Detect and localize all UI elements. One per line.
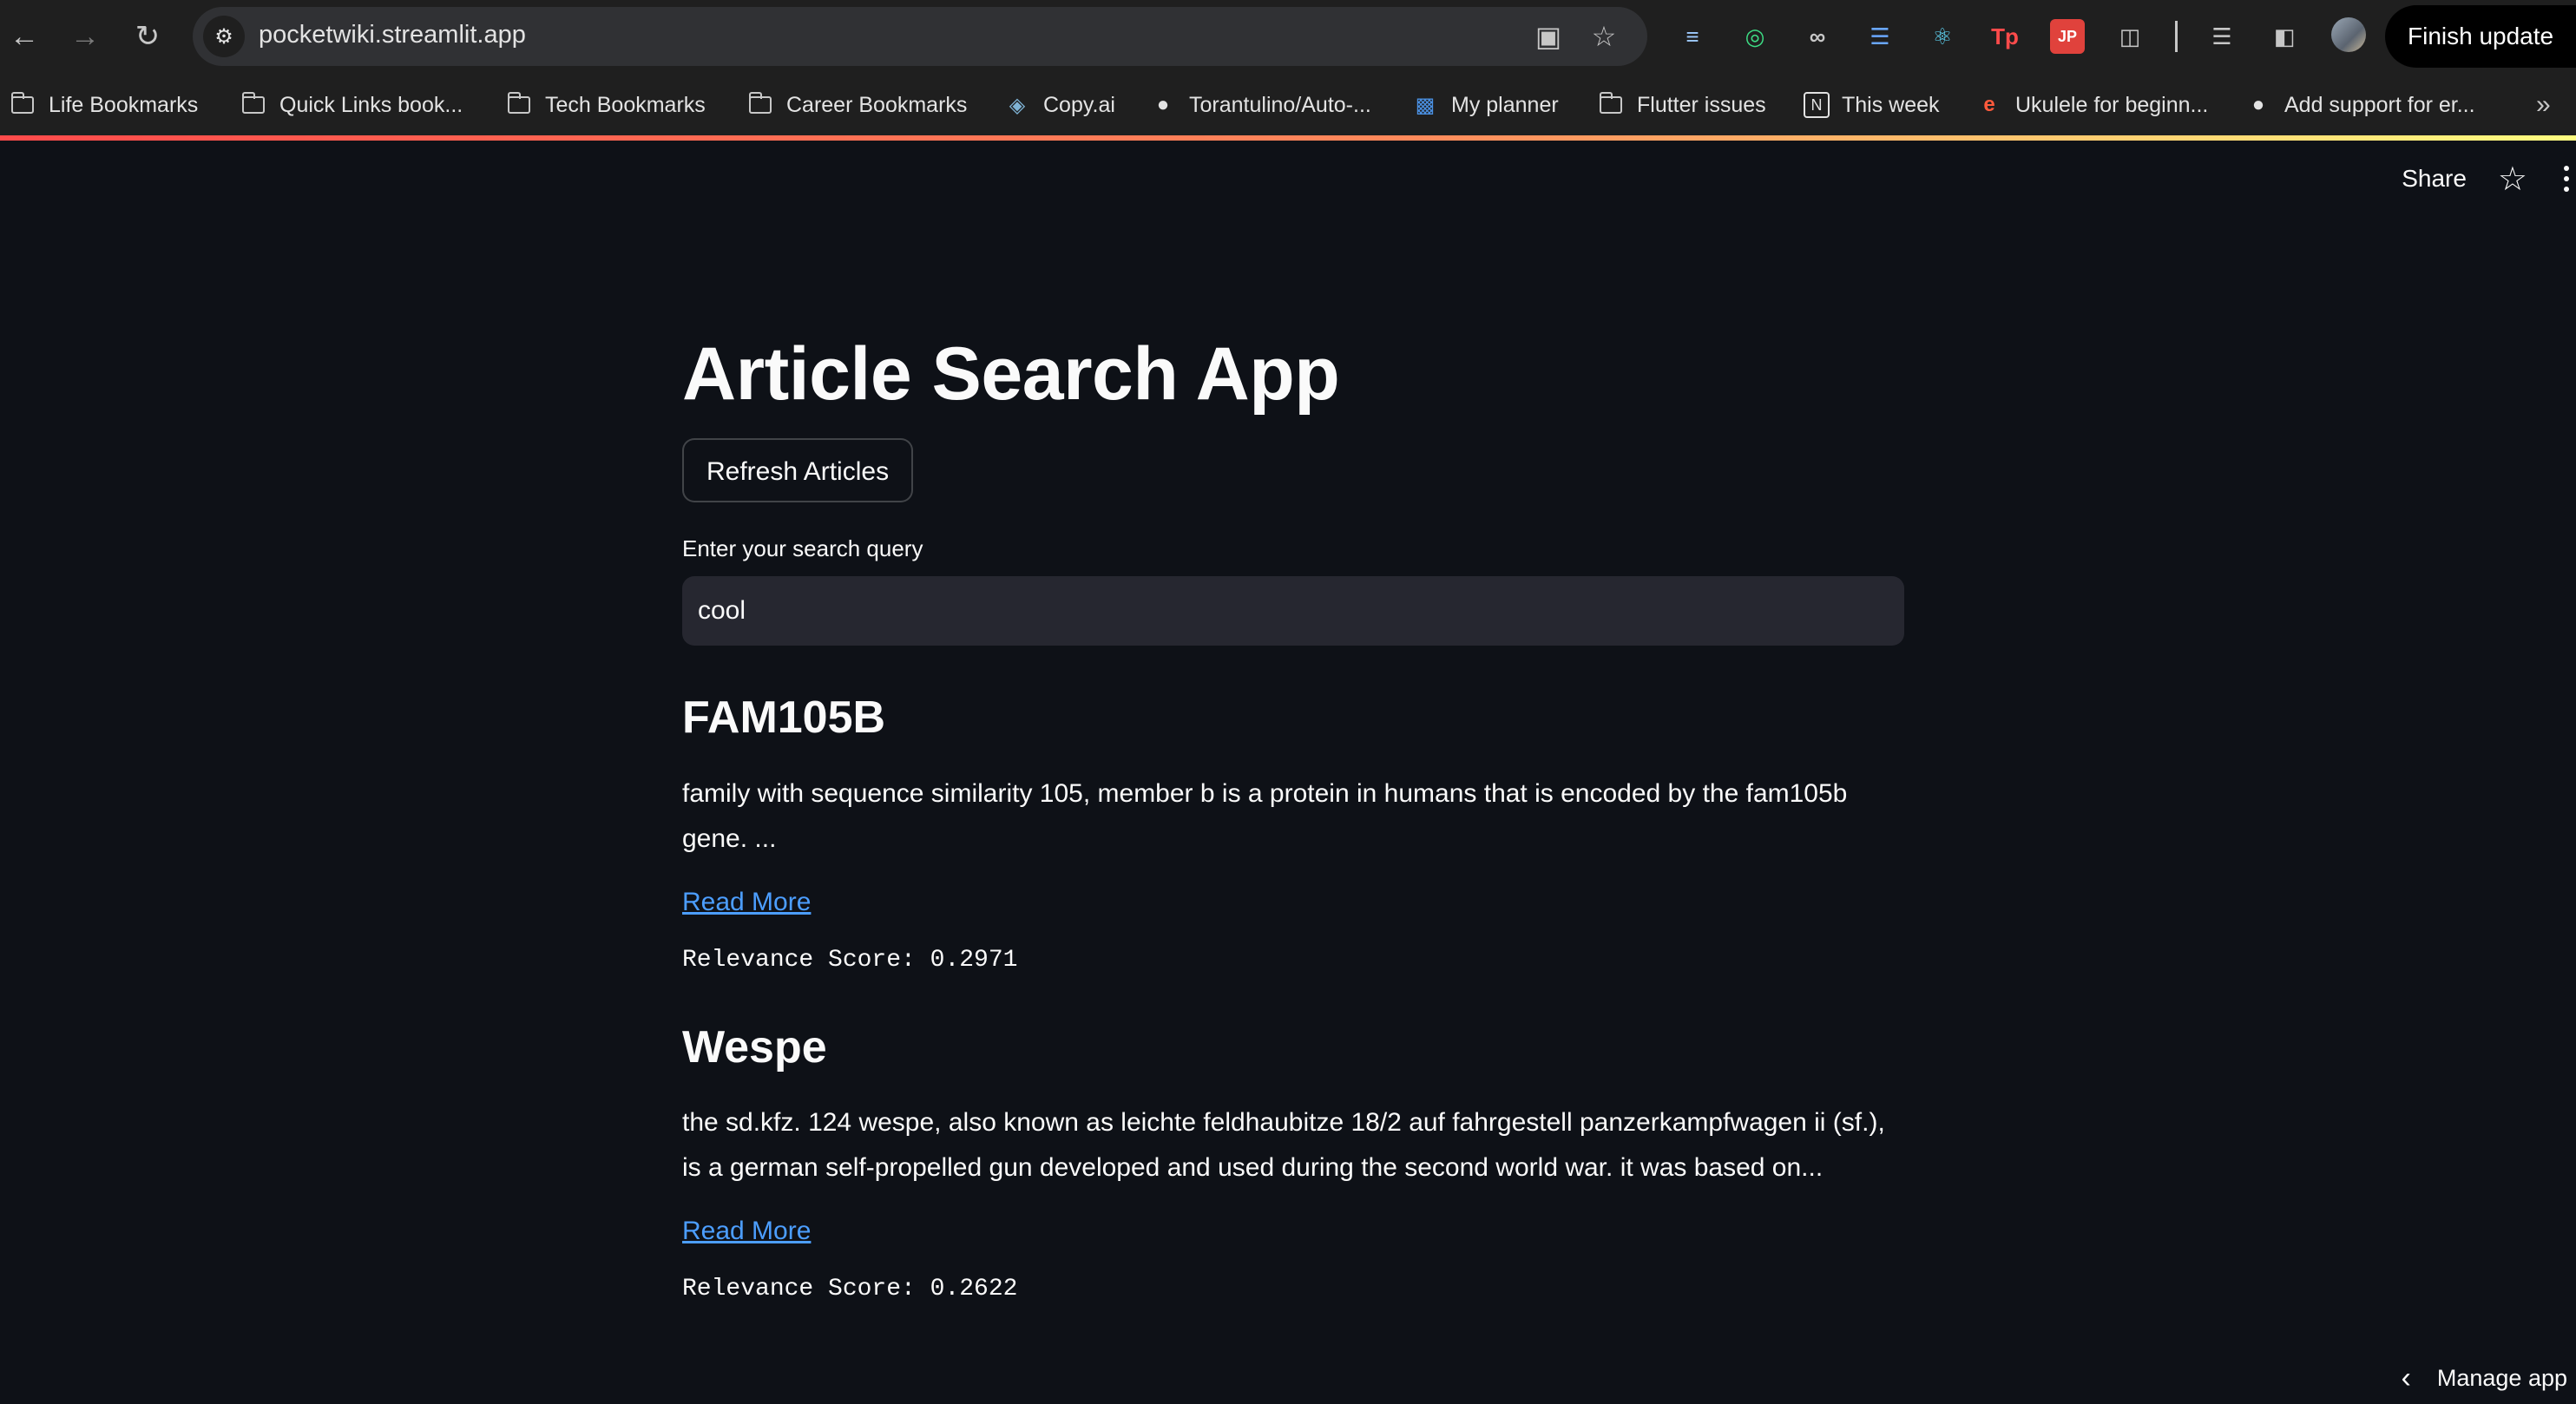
read-more-link[interactable]: Read More bbox=[682, 888, 811, 917]
folder-icon bbox=[240, 91, 267, 119]
bookmark-add-support[interactable]: ● Add support for er... bbox=[2244, 73, 2475, 137]
profile-avatar[interactable] bbox=[2331, 17, 2366, 52]
read-more-link[interactable]: Read More bbox=[682, 1217, 811, 1246]
url-text[interactable]: pocketwiki.streamlit.app bbox=[259, 21, 526, 49]
bookmark-quick-links[interactable]: Quick Links book... bbox=[240, 73, 463, 137]
address-bar[interactable]: ⚙ pocketwiki.streamlit.app ▣ ☆ bbox=[193, 7, 1647, 66]
back-icon[interactable]: ← bbox=[2, 14, 47, 59]
bookmark-star-icon[interactable]: ☆ bbox=[1585, 17, 1623, 56]
bookmark-tech-bookmarks[interactable]: Tech Bookmarks bbox=[505, 73, 706, 137]
tp-extension-icon[interactable]: Tp bbox=[1988, 19, 2022, 54]
kanban-extension-icon[interactable]: ≡ bbox=[1675, 19, 1710, 54]
github-icon: ● bbox=[1156, 93, 1170, 116]
bookmark-ukulele[interactable]: e Ukulele for beginn... bbox=[1975, 73, 2208, 137]
browser-toolbar: ← → ↻ ⚙ pocketwiki.streamlit.app ▣ ☆ ≡ ◎… bbox=[0, 0, 2576, 73]
extensions-puzzle-icon[interactable]: ◫ bbox=[2113, 19, 2147, 54]
bookmark-copy-ai[interactable]: ◈ Copy.ai bbox=[1003, 73, 1115, 137]
github-icon: ● bbox=[2251, 93, 2265, 116]
refresh-articles-button[interactable]: Refresh Articles bbox=[682, 438, 914, 503]
main-menu-icon[interactable] bbox=[2564, 166, 2573, 192]
article-summary: the sd.kfz. 124 wespe, also known as lei… bbox=[682, 1107, 1885, 1182]
toolbar-divider bbox=[2175, 21, 2178, 52]
search-input[interactable] bbox=[682, 576, 1904, 646]
copyai-icon: ◈ bbox=[1009, 93, 1026, 117]
install-app-icon[interactable]: ▣ bbox=[1529, 17, 1567, 56]
reload-icon[interactable]: ↻ bbox=[125, 14, 170, 59]
more-bookmarks-chevron-icon[interactable]: » bbox=[2536, 90, 2551, 120]
favorite-star-icon[interactable]: ☆ bbox=[2498, 160, 2527, 199]
folder-icon bbox=[1597, 91, 1625, 119]
share-button[interactable]: Share bbox=[2402, 165, 2467, 193]
article-card: FAM105B family with sequence similarity … bbox=[682, 691, 1904, 973]
bookmark-my-planner[interactable]: ▩ My planner bbox=[1411, 73, 1559, 137]
trello-icon: ▩ bbox=[1415, 93, 1436, 117]
streamlit-decoration-bar bbox=[0, 135, 2576, 141]
finish-update-button[interactable]: Finish update bbox=[2385, 5, 2576, 68]
bookmark-life-bookmarks[interactable]: Life Bookmarks bbox=[9, 73, 198, 137]
notion-icon: N bbox=[1804, 92, 1830, 118]
article-card: Wespe the sd.kfz. 124 wespe, also known … bbox=[682, 1020, 1904, 1302]
bookmark-flutter-issues[interactable]: Flutter issues bbox=[1597, 73, 1766, 137]
manage-app-button[interactable]: ‹ Manage app bbox=[2402, 1352, 2567, 1404]
manage-app-label: Manage app bbox=[2436, 1364, 2567, 1391]
article-title: FAM105B bbox=[682, 692, 886, 744]
side-panel-icon[interactable]: ◧ bbox=[2267, 19, 2302, 54]
bookmark-career-bookmarks[interactable]: Career Bookmarks bbox=[746, 73, 967, 137]
search-label: Enter your search query bbox=[682, 535, 923, 562]
relevance-score: Relevance Score: 0.2971 bbox=[682, 946, 1018, 974]
reading-list-icon[interactable]: ☰ bbox=[2205, 19, 2239, 54]
main-content: Article Search App Refresh Articles Ente… bbox=[682, 330, 1904, 1302]
ukulele-site-icon: e bbox=[1983, 93, 1995, 116]
target-extension-icon[interactable]: ◎ bbox=[1738, 19, 1772, 54]
stack-extension-icon[interactable]: ☰ bbox=[1863, 19, 1897, 54]
forward-icon[interactable]: → bbox=[62, 14, 108, 59]
bookmark-auto-gpt[interactable]: ● Torantulino/Auto-... bbox=[1149, 73, 1371, 137]
page-title: Article Search App bbox=[682, 332, 1340, 416]
bookmarks-bar: Life Bookmarks Quick Links book... Tech … bbox=[0, 73, 2576, 137]
bookmark-this-week[interactable]: N This week bbox=[1804, 73, 1940, 137]
folder-icon bbox=[9, 91, 36, 119]
folder-icon bbox=[505, 91, 533, 119]
site-info-icon[interactable]: ⚙ bbox=[203, 16, 245, 57]
article-title: Wespe bbox=[682, 1021, 827, 1073]
article-summary: family with sequence similarity 105, mem… bbox=[682, 778, 1848, 853]
relevance-score: Relevance Score: 0.2622 bbox=[682, 1275, 1018, 1302]
folder-icon bbox=[746, 91, 774, 119]
chevron-left-icon: ‹ bbox=[2401, 1361, 2411, 1394]
glasses-extension-icon[interactable]: ∞ bbox=[1800, 19, 1835, 54]
app-header-actions: Share ☆ bbox=[2402, 153, 2576, 205]
red-extension-icon[interactable]: JP bbox=[2050, 19, 2085, 54]
react-devtools-icon[interactable]: ⚛ bbox=[1925, 19, 1960, 54]
